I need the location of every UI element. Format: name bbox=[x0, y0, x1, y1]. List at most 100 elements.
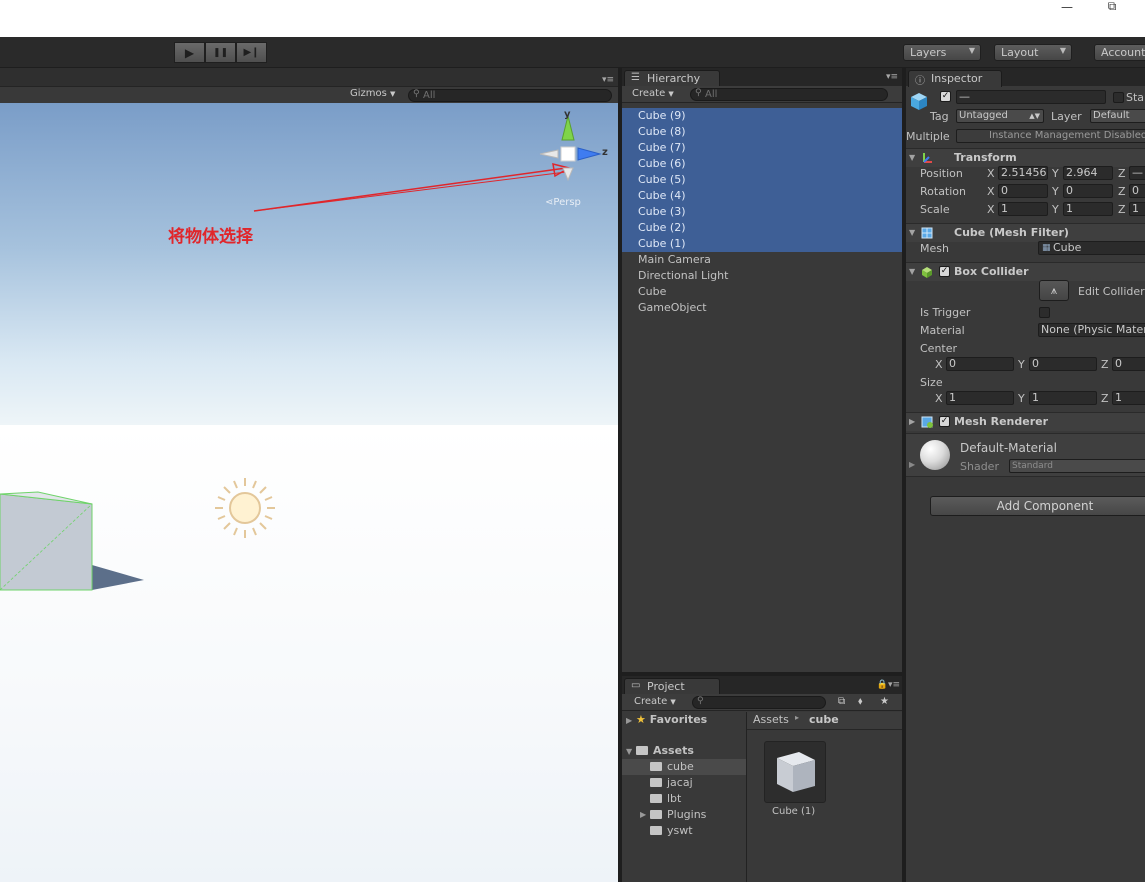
layer-dropdown[interactable]: Default bbox=[1090, 109, 1145, 123]
mesh-value: Cube bbox=[1053, 241, 1082, 254]
mesh-renderer-enabled-checkbox[interactable]: ✓ bbox=[939, 416, 950, 427]
transform-header[interactable]: ▼ Transform bbox=[906, 148, 1145, 167]
breadcrumb-root[interactable]: Assets bbox=[753, 713, 789, 726]
tree-item-favorites[interactable]: ▶ ★ Favorites bbox=[626, 712, 707, 728]
hierarchy-item[interactable]: GameObject bbox=[622, 300, 902, 316]
minimize-button[interactable]: — bbox=[1052, 1, 1082, 14]
hierarchy-item[interactable]: Cube (5) bbox=[622, 172, 902, 188]
filter-type-icon[interactable]: ⧉ bbox=[834, 696, 849, 710]
account-dropdown[interactable]: Account bbox=[1094, 44, 1145, 61]
panel-menu-icon[interactable]: ▾≡ bbox=[886, 72, 898, 82]
hierarchy-item[interactable]: Cube (4) bbox=[622, 188, 902, 204]
panel-menu-icon[interactable]: 🔒▾≡ bbox=[877, 680, 900, 690]
object-name-field[interactable]: — bbox=[956, 90, 1106, 104]
position-x-field[interactable]: 2.51456 bbox=[998, 166, 1048, 180]
cube-object[interactable] bbox=[0, 491, 144, 591]
asset-name[interactable]: Cube (1) bbox=[772, 806, 815, 817]
mesh-label: Mesh bbox=[920, 242, 949, 255]
folder-icon bbox=[650, 826, 662, 835]
create-dropdown[interactable]: Create ▼ bbox=[630, 696, 680, 710]
hierarchy-item[interactable]: Cube (9) bbox=[622, 108, 902, 124]
tree-item-folder[interactable]: jacaj bbox=[622, 775, 746, 791]
play-button[interactable]: ▶ bbox=[174, 42, 205, 63]
breadcrumb-current[interactable]: cube bbox=[809, 713, 839, 726]
hierarchy-item[interactable]: Cube (3) bbox=[622, 204, 902, 220]
size-y-field[interactable]: 1 bbox=[1029, 391, 1097, 405]
shader-dropdown[interactable]: Standard bbox=[1009, 459, 1145, 473]
axis-x-label: X bbox=[987, 203, 995, 216]
center-y-field[interactable]: 0 bbox=[1029, 357, 1097, 371]
scale-z-field[interactable]: 1 bbox=[1129, 202, 1145, 216]
scale-y-field[interactable]: 1 bbox=[1063, 202, 1113, 216]
transform-axes-icon bbox=[923, 153, 932, 163]
step-button[interactable]: ▶❙ bbox=[236, 42, 267, 63]
axis-z-label: Z bbox=[1101, 392, 1109, 405]
material-sphere-icon bbox=[920, 440, 950, 470]
projection-toggle[interactable]: ⋖Persp bbox=[545, 197, 581, 208]
hierarchy-search-input[interactable]: All bbox=[690, 88, 888, 101]
tree-item-folder[interactable]: lbt bbox=[622, 791, 746, 807]
hierarchy-item[interactable]: Cube bbox=[622, 284, 902, 300]
add-component-button[interactable]: Add Component bbox=[930, 496, 1145, 516]
axis-z-label: Z bbox=[1101, 358, 1109, 371]
mesh-filter-header[interactable]: ▼ Cube (Mesh Filter) bbox=[906, 223, 1145, 242]
center-z-field[interactable]: 0 bbox=[1112, 357, 1145, 371]
create-dropdown[interactable]: Create ▼ bbox=[628, 88, 678, 102]
restore-button[interactable]: ⧉ bbox=[1097, 0, 1127, 13]
position-z-field[interactable]: — bbox=[1129, 166, 1145, 180]
active-checkbox[interactable]: ✓ bbox=[940, 91, 951, 102]
box-collider-header[interactable]: ▼ ✓ Box Collider bbox=[906, 262, 1145, 281]
tree-item-folder[interactable]: ▶ Plugins bbox=[622, 807, 746, 823]
filter-label-icon[interactable]: ⬧ bbox=[854, 696, 867, 710]
multiple-label: Multiple bbox=[906, 130, 950, 143]
box-collider-enabled-checkbox[interactable]: ✓ bbox=[939, 266, 950, 277]
mesh-field[interactable]: ▦ Cube bbox=[1038, 241, 1145, 255]
favorites-label: Favorites bbox=[649, 713, 708, 726]
hierarchy-item[interactable]: Main Camera bbox=[622, 252, 902, 268]
hierarchy-item[interactable]: Directional Light bbox=[622, 268, 902, 284]
axis-y-label: Y bbox=[1052, 203, 1059, 216]
mesh-renderer-header[interactable]: ▶ ✓ Mesh Renderer bbox=[906, 412, 1145, 431]
hierarchy-item[interactable]: Cube (2) bbox=[622, 220, 902, 236]
tree-item-folder[interactable]: yswt bbox=[622, 823, 746, 839]
chevron-down-icon: ▼ bbox=[668, 90, 674, 98]
project-search-input[interactable] bbox=[692, 696, 826, 709]
chevron-right-icon[interactable]: ▶ bbox=[640, 807, 646, 823]
tab-project[interactable]: ▭ Project bbox=[624, 678, 720, 695]
tree-item-assets[interactable]: ▼ Assets bbox=[626, 743, 694, 759]
is-trigger-checkbox[interactable] bbox=[1039, 307, 1050, 318]
size-x-field[interactable]: 1 bbox=[946, 391, 1014, 405]
axis-y-label: Y bbox=[1018, 392, 1025, 405]
tab-inspector[interactable]: ⓘ Inspector bbox=[908, 70, 1002, 87]
directional-light-gizmo[interactable] bbox=[215, 478, 275, 538]
rotation-z-field[interactable]: 0 bbox=[1129, 184, 1145, 198]
hierarchy-item[interactable]: Cube (7) bbox=[622, 140, 902, 156]
folder-icon: ▭ bbox=[631, 680, 641, 691]
chevron-down-icon: ▼ bbox=[626, 747, 633, 756]
hierarchy-item[interactable]: Cube (6) bbox=[622, 156, 902, 172]
tree-item-folder[interactable]: cube bbox=[622, 759, 746, 775]
position-y-field[interactable]: 2.964 bbox=[1063, 166, 1113, 180]
tab-hierarchy[interactable]: ☰ Hierarchy bbox=[624, 70, 720, 87]
scene-view[interactable]: ▾≡ Gizmos ▼ All bbox=[0, 68, 618, 882]
hierarchy-item[interactable]: Cube (8) bbox=[622, 124, 902, 140]
project-panel: ▭ Project 🔒▾≡ Create ▼ ⧉ ⬧ ★ ▶ ★ Favorite… bbox=[622, 676, 902, 882]
layers-dropdown[interactable]: Layers ▼ bbox=[903, 44, 981, 61]
physic-material-field[interactable]: None (Physic Material) bbox=[1038, 323, 1145, 337]
shader-label: Shader bbox=[960, 460, 999, 473]
hierarchy-item[interactable]: Cube (1) bbox=[622, 236, 902, 252]
annotation-arrow bbox=[253, 162, 571, 212]
asset-thumbnail[interactable] bbox=[764, 741, 826, 803]
size-z-field[interactable]: 1 bbox=[1112, 391, 1145, 405]
rotation-x-field[interactable]: 0 bbox=[998, 184, 1048, 198]
scale-x-field[interactable]: 1 bbox=[998, 202, 1048, 216]
layout-dropdown[interactable]: Layout ▼ bbox=[994, 44, 1072, 61]
pause-button[interactable]: ❚❚ bbox=[205, 42, 236, 63]
tag-dropdown[interactable]: Untagged ▲▼ bbox=[956, 109, 1044, 123]
rotation-y-field[interactable]: 0 bbox=[1063, 184, 1113, 198]
favorite-star-icon[interactable]: ★ bbox=[876, 696, 893, 710]
static-checkbox[interactable] bbox=[1113, 92, 1124, 103]
material-section[interactable]: Default-Material ▶ Shader Standard bbox=[906, 433, 1145, 477]
edit-collider-button[interactable]: ⩚ bbox=[1039, 280, 1069, 301]
center-x-field[interactable]: 0 bbox=[946, 357, 1014, 371]
